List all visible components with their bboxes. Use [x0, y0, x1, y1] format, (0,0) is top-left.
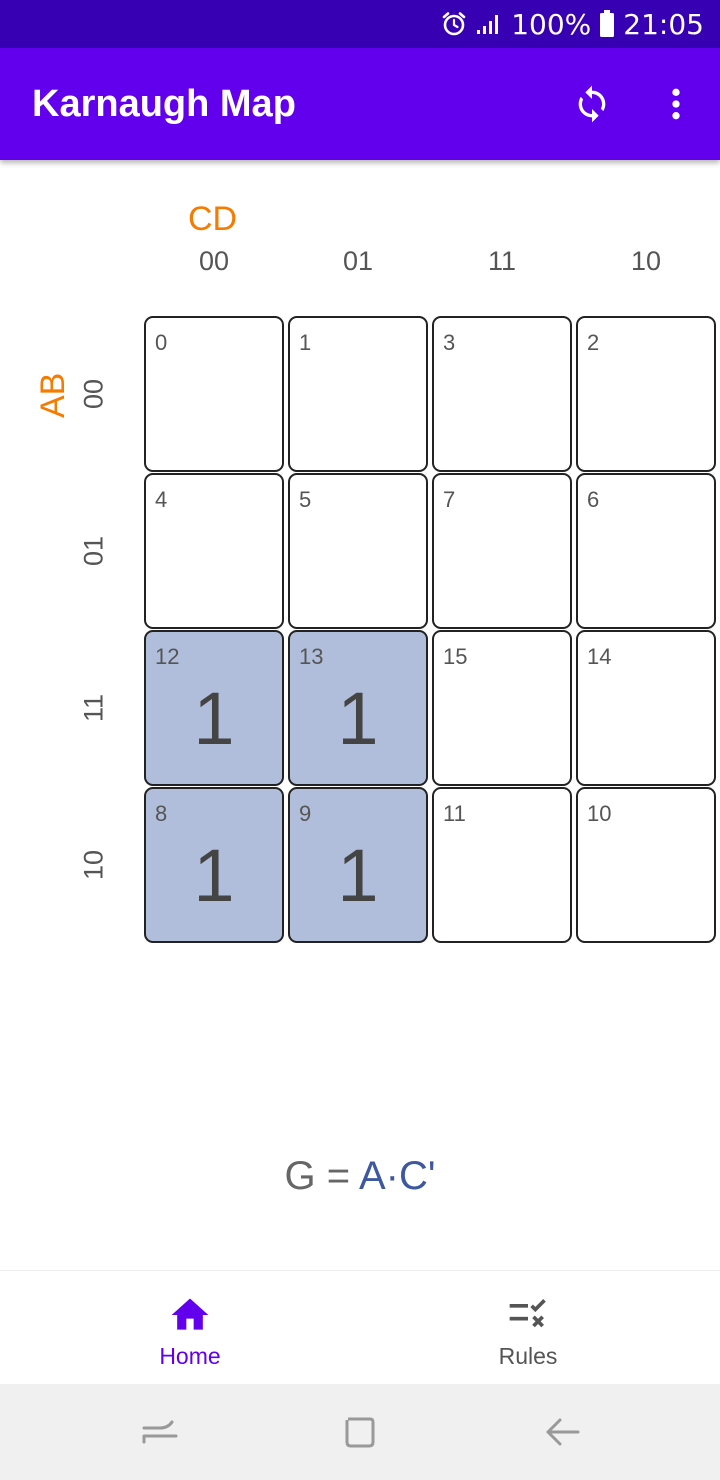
kmap-cell[interactable]: 1 — [288, 316, 428, 472]
column-code: 10 — [630, 246, 662, 276]
home-button-icon — [345, 1417, 375, 1448]
app-title: Karnaugh Map — [32, 83, 296, 125]
kmap-cell[interactable]: 9 1 — [288, 787, 428, 943]
cell-index: 14 — [587, 644, 612, 669]
kmap-cell[interactable]: 4 — [144, 473, 284, 629]
row-code: 01 — [78, 535, 109, 567]
kmap-cell[interactable]: 7 — [432, 473, 572, 629]
cell-index: 11 — [443, 801, 466, 826]
back-icon — [546, 1418, 580, 1446]
battery-text: 100% — [511, 7, 592, 41]
kmap-cell[interactable]: 2 — [576, 316, 716, 472]
cell-index: 12 — [155, 644, 180, 669]
kmap-cell[interactable]: 12 1 — [144, 630, 284, 786]
kmap-cell[interactable]: 8 1 — [144, 787, 284, 943]
kmap-cell[interactable]: 11 — [432, 787, 572, 943]
result-expression: G = A·C' — [0, 1154, 720, 1199]
system-home-button[interactable] — [340, 1412, 380, 1452]
kmap-cell[interactable]: 10 — [576, 787, 716, 943]
cell-value: 1 — [193, 677, 235, 760]
signal-icon — [475, 12, 503, 36]
rules-icon — [506, 1293, 550, 1342]
home-icon — [168, 1293, 212, 1342]
cell-index: 10 — [587, 801, 612, 826]
column-code: 01 — [342, 246, 374, 276]
kmap-cell[interactable]: 13 1 — [288, 630, 428, 786]
refresh-icon — [578, 85, 606, 123]
kmap-cell[interactable]: 15 — [432, 630, 572, 786]
cell-index: 7 — [443, 487, 456, 512]
more-options-button[interactable] — [648, 76, 704, 132]
cell-index: 8 — [155, 801, 168, 826]
row-code: 10 — [78, 849, 109, 881]
system-navigation-bar — [0, 1384, 720, 1480]
alarm-icon — [441, 11, 467, 37]
nav-rules-label: Rules — [498, 1343, 558, 1369]
cell-index: 6 — [587, 487, 600, 512]
kmap-cell[interactable]: 5 — [288, 473, 428, 629]
back-button[interactable] — [542, 1412, 582, 1452]
column-code: 00 — [198, 246, 230, 276]
kmap-cell[interactable]: 3 — [432, 316, 572, 472]
more-vert-icon — [672, 88, 680, 120]
app-bar: Karnaugh Map — [0, 48, 720, 160]
cell-index: 3 — [443, 330, 456, 355]
status-time: 21:05 — [623, 7, 704, 41]
kmap-cell[interactable]: 0 — [144, 316, 284, 472]
cell-index: 9 — [299, 801, 312, 826]
column-code: 11 — [487, 246, 517, 276]
cell-value: 1 — [337, 677, 379, 760]
row-code: 11 — [78, 693, 109, 723]
cell-index: 2 — [587, 330, 600, 355]
refresh-button[interactable] — [564, 76, 620, 132]
column-variable-label: CD — [188, 200, 238, 238]
status-icons: 100% 21:05 — [441, 0, 704, 48]
cell-index: 15 — [443, 644, 468, 669]
cell-index: 5 — [299, 487, 312, 512]
status-bar: 100% 21:05 — [0, 0, 720, 48]
nav-home[interactable]: Home — [10, 1271, 370, 1385]
result-rhs: A·C' — [358, 1154, 436, 1198]
cell-index: 4 — [155, 487, 168, 512]
cell-value: 1 — [193, 834, 235, 917]
kmap-cell[interactable]: 6 — [576, 473, 716, 629]
recents-icon — [142, 1420, 178, 1444]
bottom-navigation: Home Rules — [0, 1270, 720, 1384]
cell-index: 0 — [155, 330, 168, 355]
row-variable-label: AB — [34, 372, 72, 418]
nav-rules[interactable]: Rules — [348, 1271, 708, 1385]
nav-home-label: Home — [159, 1343, 221, 1369]
result-lhs: G = — [284, 1154, 359, 1198]
recents-button[interactable] — [140, 1412, 180, 1452]
battery-icon — [599, 10, 615, 38]
row-code: 00 — [78, 378, 109, 410]
cell-index: 13 — [299, 644, 324, 669]
cell-index: 1 — [299, 330, 312, 355]
cell-value: 1 — [337, 834, 379, 917]
kmap-cell[interactable]: 14 — [576, 630, 716, 786]
